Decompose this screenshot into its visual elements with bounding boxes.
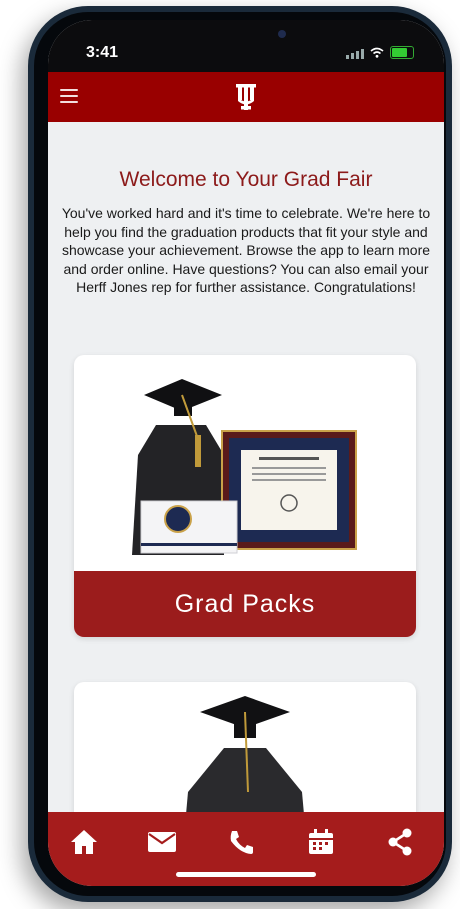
status-bar: 3:41 xyxy=(48,20,444,72)
home-icon[interactable] xyxy=(66,824,102,860)
calendar-icon[interactable] xyxy=(303,824,339,860)
page-title: Welcome to Your Grad Fair xyxy=(119,168,373,191)
hamburger-menu-icon[interactable] xyxy=(56,82,84,110)
battery-icon xyxy=(390,46,414,59)
intro-text: You've worked hard and it's time to cele… xyxy=(61,205,431,295)
signal-icon xyxy=(346,47,364,59)
wifi-icon xyxy=(370,47,384,58)
home-indicator[interactable] xyxy=(176,872,316,877)
grad-pack-photo xyxy=(132,379,357,555)
front-camera xyxy=(278,30,286,38)
grad-packs-button[interactable]: Grad Packs xyxy=(74,571,416,637)
phone-icon[interactable] xyxy=(224,824,260,860)
share-icon[interactable] xyxy=(382,824,418,860)
status-icons xyxy=(346,46,414,59)
scroll-content[interactable]: Welcome to Your Grad Fair You've worked … xyxy=(48,122,444,882)
mail-icon[interactable] xyxy=(144,824,180,860)
grad-packs-card[interactable]: Grad Packs xyxy=(74,355,416,637)
app-screen: 3:41 Welcome to Your Grad Fair You've wo… xyxy=(48,20,444,886)
trident-logo-icon xyxy=(236,84,256,110)
app-header xyxy=(48,72,444,122)
status-time: 3:41 xyxy=(86,44,119,61)
